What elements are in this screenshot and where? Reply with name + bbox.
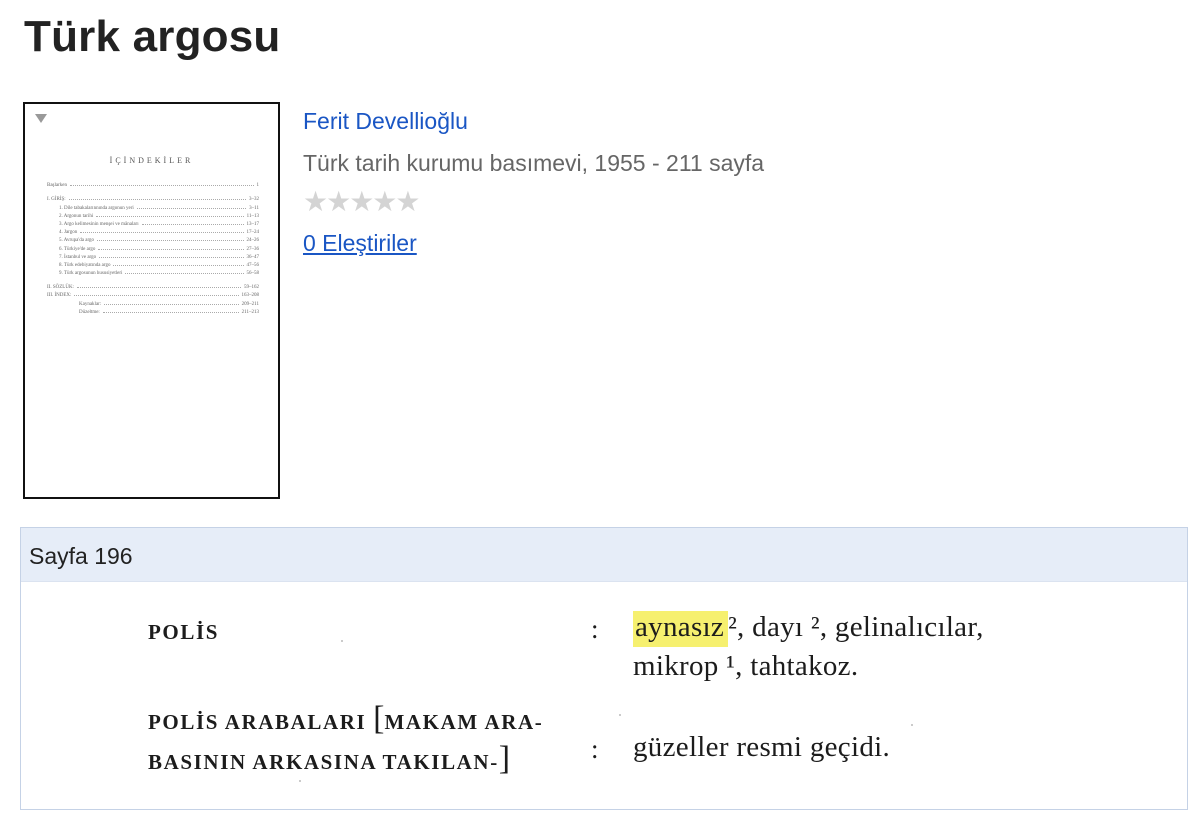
cover-toc-label: 4. Jargon (59, 230, 78, 236)
cover-toc-label: II. SÖZLÜK: (47, 285, 74, 291)
entry-definition-line: güzeller resmi geçidi. (633, 731, 891, 763)
cover-toc-leader (97, 240, 244, 242)
cover-toc-row: 9. Türk argosunun hususiyetleri 56–58 (47, 268, 259, 276)
entry-colon: : (591, 614, 599, 644)
cover-toc-heading: İÇİNDEKİLER (109, 156, 194, 165)
cover-toc-page: 59–162 (244, 285, 259, 291)
cover-toc-leader (141, 223, 244, 225)
cover-toc-leader (104, 303, 239, 305)
cover-toc-label: 1. Dile tabakalarınnında argonun yeri (59, 205, 134, 211)
cover-toc-label: I. GİRİŞ: (47, 197, 66, 203)
scan-speck (619, 714, 621, 716)
cover-toc-row: II. SÖZLÜK: 59–162 (47, 282, 259, 290)
cover-toc-label: Başlarken (47, 183, 67, 189)
cover-toc-leader (113, 264, 244, 266)
rating-stars: ★★★★★ (303, 185, 421, 218)
cover-toc-page: 56–58 (246, 271, 260, 277)
publisher-info: Türk tarih kurumu basımevi, 1955 - 211 s… (303, 150, 765, 176)
cover-toc-row: III. İNDEX: 163–208 (47, 290, 259, 298)
cover-toc-row: Düzeltme: 211–213 (47, 307, 259, 315)
cover-toc-page: 209–211 (241, 301, 259, 307)
entry-term-note: BASININ ARKASINA TAKILAN- (148, 750, 499, 774)
cover-toc-leader (68, 199, 246, 201)
bookmark-icon (35, 114, 47, 123)
cover-toc-page: 13–17 (246, 221, 260, 227)
page-snippet: Sayfa 196 POLİS : aynasız ², dayı ², geli… (20, 527, 1188, 810)
cover-toc-leader (99, 256, 244, 258)
entry-definition-line: aynasız ², dayı ², gelinalıcılar, (633, 611, 984, 647)
entry-term-line: BASININ ARKASINA TAKILAN-] (148, 740, 510, 778)
cover-toc-leader (70, 185, 254, 187)
cover-toc-row: Başlarken 1 (47, 180, 259, 188)
cover-toc-row: 4. Jargon 17–24 (47, 227, 259, 235)
snippet-page-label[interactable]: Sayfa 196 (29, 543, 133, 570)
scan-speck (341, 640, 343, 642)
cover-toc-label: 7. İstanbul ve argo (59, 254, 97, 260)
entry-term: POLİS (148, 620, 220, 644)
cover-toc-label: Düzeltme: (79, 309, 100, 315)
cover-toc-page: 17–24 (246, 230, 260, 236)
cover-toc-page: 27–36 (246, 246, 260, 252)
entry-colon: : (591, 734, 599, 764)
cover-toc-page: 24–26 (246, 238, 260, 244)
cover-toc-row: 3. Argo kelimesinin menşei ve mânaları 13… (47, 219, 259, 227)
cover-toc-leader (76, 287, 241, 289)
cover-toc-label: 2. Argonun tarihi (59, 213, 94, 219)
cover-toc-leader (74, 295, 239, 297)
cover-toc-label: 6. Türkiye'de argo (59, 246, 96, 252)
cover-toc-label: 5. Avrupa'da argo (59, 238, 95, 244)
cover-toc-label: 8. Türk edebiyatında argo (59, 262, 111, 268)
cover-toc-list: Başlarken 1 I. GİRİŞ: 3–32 1. Dile tabakalar… (47, 180, 259, 315)
cover-toc-row: Kaynaklar: 209–211 (47, 298, 259, 307)
entry-definition-continuation: mikrop ¹, tahtakoz. (633, 650, 859, 682)
cover-toc-page: 1 (256, 183, 260, 189)
author-link[interactable]: Ferit Devellioğlu (303, 108, 468, 135)
cover-toc-label: III. İNDEX: (47, 293, 72, 299)
cover-toc-row: 6. Türkiye'de argo 27–36 (47, 243, 260, 252)
cover-toc-row: 1. Dile tabakalarınnında argonun yeri 3–1… (47, 202, 259, 211)
entry-definition-text: ², dayı ², gelinalıcılar, (728, 611, 984, 643)
scan-speck (299, 780, 301, 782)
cover-toc-row: 5. Avrupa'da argo 24–26 (47, 235, 259, 243)
cover-toc-leader (96, 215, 244, 217)
cover-toc-label: Kaynaklar: (79, 301, 102, 307)
cover-toc-page: 3–11 (249, 205, 259, 211)
cover-toc-leader (98, 248, 244, 250)
cover-toc-page: 36–47 (246, 254, 260, 260)
book-cover-thumbnail[interactable]: İÇİNDEKİLER Başlarken 1 I. GİRİŞ: 3–32 1. Di… (23, 102, 280, 499)
cover-toc-row: I. GİRİŞ: 3–32 (47, 194, 259, 202)
cover-toc-leader (125, 273, 244, 275)
scan-speck (911, 724, 913, 726)
cover-toc-row: 2. Argonun tarihi 11–13 (47, 211, 259, 219)
bracket-open: [ (373, 700, 385, 737)
book-title: Türk argosu (24, 12, 281, 61)
entry-term-line: POLİS ARABALARI [MAKAM ARA- (148, 700, 543, 738)
cover-toc-page: 211–213 (241, 309, 259, 315)
cover-toc-label: 3. Argo kelimesinin menşei ve mânaları (59, 221, 139, 227)
reviews-link[interactable]: 0 Eleştiriler (303, 230, 417, 257)
snippet-header: Sayfa 196 (21, 528, 1187, 582)
entry-term: POLİS ARABALARI (148, 710, 367, 734)
cover-toc-page: 3–32 (249, 197, 259, 203)
cover-toc-leader (102, 311, 239, 313)
entry-term-note: MAKAM ARA- (384, 710, 544, 734)
bracket-close: ] (498, 740, 511, 777)
cover-toc-leader (136, 207, 247, 209)
cover-toc-page: 47–56 (246, 262, 260, 268)
cover-toc-row: 7. İstanbul ve argo 36–47 (47, 252, 259, 260)
search-highlight: aynasız (633, 611, 729, 647)
cover-toc-row: 8. Türk edebiyatında argo 47–56 (47, 260, 259, 268)
cover-toc-label: 9. Türk argosunun hususiyetleri (59, 271, 123, 277)
cover-toc-leader (80, 232, 244, 234)
cover-toc-page: 11–13 (246, 213, 259, 219)
cover-toc-page: 163–208 (241, 293, 260, 299)
